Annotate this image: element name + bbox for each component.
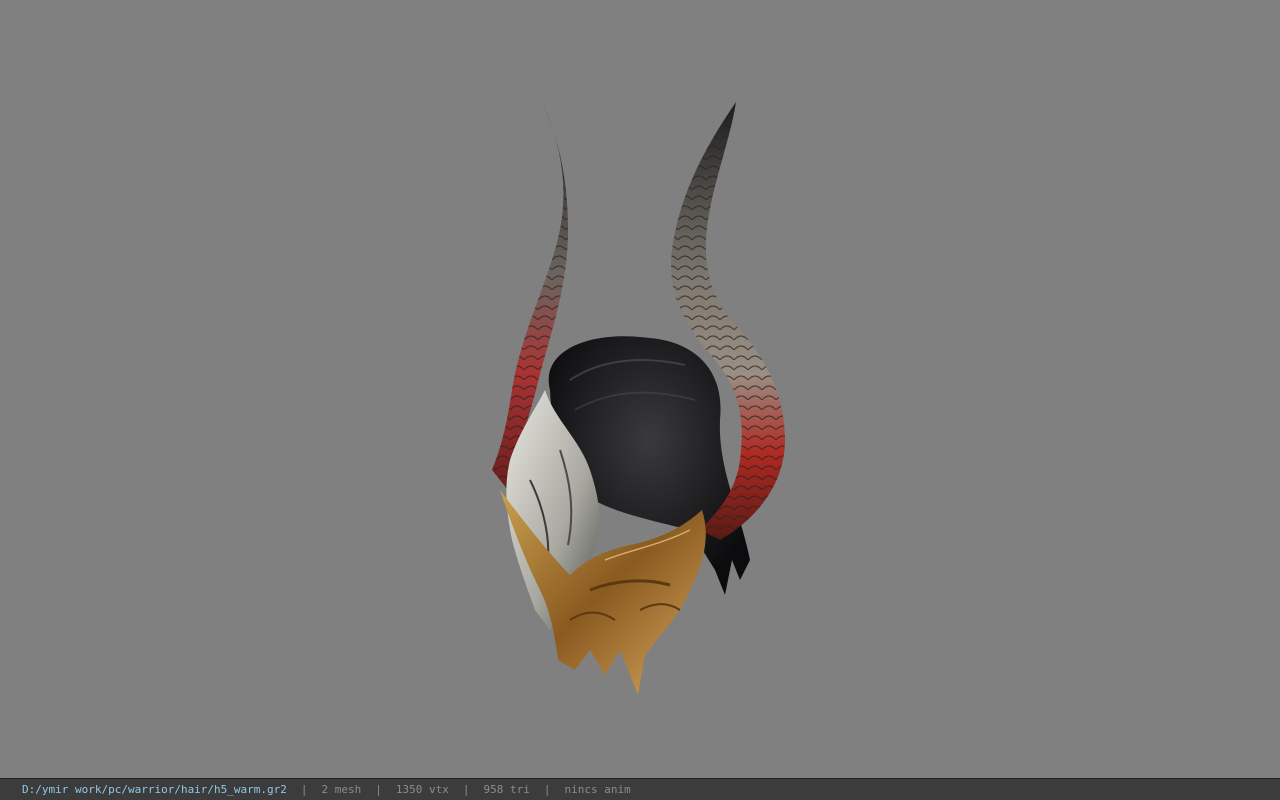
status-bar: D:/ymir work/pc/warrior/hair/h5_warm.gr2… [0, 778, 1280, 800]
animation-status: nincs anim [564, 783, 631, 796]
separator: | [375, 783, 382, 796]
triangle-count: 958 tri [483, 783, 530, 796]
separator: | [300, 783, 308, 796]
3d-viewport[interactable] [0, 0, 1280, 778]
horned-helmet-model [492, 98, 785, 695]
file-path: D:/ymir work/pc/warrior/hair/h5_warm.gr2 [22, 783, 287, 796]
separator: | [462, 783, 470, 796]
separator: | [543, 783, 551, 796]
mesh-count: 2 mesh [321, 783, 362, 796]
vertex-count: 1350 vtx [395, 783, 449, 796]
